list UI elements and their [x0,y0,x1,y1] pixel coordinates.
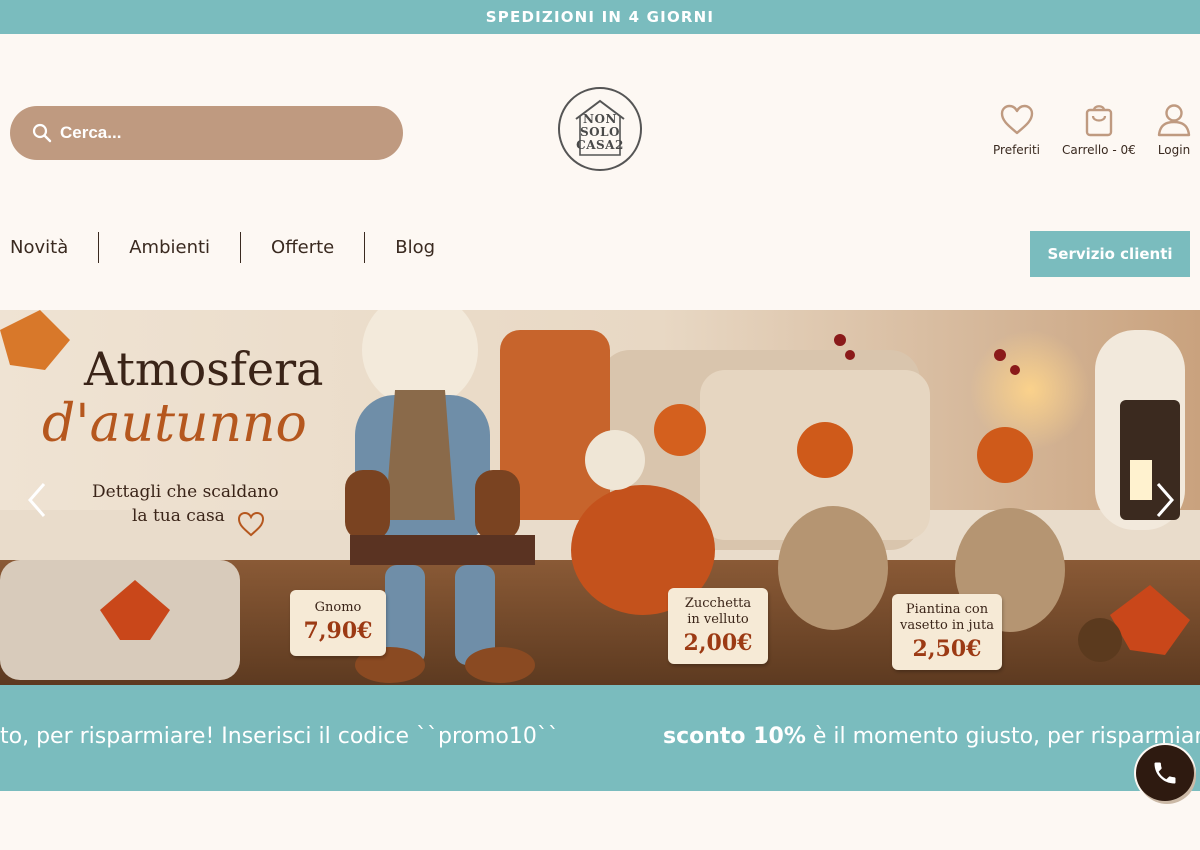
shopping-bag-icon [1085,105,1113,137]
search-bar[interactable] [10,106,403,160]
promo-marquee: to, per risparmiare! Inserisci il codice… [0,685,1200,791]
nav-item-ambienti[interactable]: Ambienti [129,237,210,258]
phone-call-button[interactable] [1136,745,1194,801]
slider-next-arrow-icon[interactable] [1150,480,1180,520]
main-navigation: Novità Ambienti Offerte Blog [10,231,435,263]
customer-service-button[interactable]: Servizio clienti [1030,231,1190,277]
nav-divider [98,231,100,263]
nav-divider [240,231,242,263]
hero-slider[interactable]: Atmosfera d'autunno Dettagli che scaldan… [0,310,1200,685]
heart-doodle-icon [237,511,265,537]
nav-item-offerte[interactable]: Offerte [271,237,334,258]
nav-item-novita[interactable]: Novità [10,237,68,258]
logo-text: NON SOLO CASA2 [576,112,624,152]
cart-label: Carrello - 0€ [1062,143,1136,157]
search-icon[interactable] [32,123,52,143]
cart-link[interactable]: Carrello - 0€ [1062,102,1136,157]
hero-script-title: d'autunno [42,394,307,454]
promo-text-left: to, per risparmiare! Inserisci il codice… [0,724,559,749]
search-input[interactable] [60,123,380,143]
promo-text-right: sconto 10% è il momento giusto, per risp… [663,724,1200,749]
product-tag-piantina[interactable]: Piantina con vasetto in juta 2,50€ [892,594,1002,670]
favorites-label: Preferiti [993,143,1040,157]
phone-icon [1154,762,1176,784]
user-icon [1157,104,1191,137]
hero-title: Atmosfera [84,342,324,396]
nav-item-blog[interactable]: Blog [395,237,435,258]
shipping-announcement-bar: SPEDIZIONI IN 4 GIORNI [0,0,1200,34]
heart-icon [1000,104,1033,135]
nav-divider [364,231,366,263]
login-link[interactable]: Login [1156,102,1192,157]
shipping-announcement-text: SPEDIZIONI IN 4 GIORNI [485,8,715,26]
favorites-link[interactable]: Preferiti [993,102,1040,157]
product-tag-zucchetta[interactable]: Zucchetta in velluto 2,00€ [668,588,768,664]
site-logo[interactable]: NON SOLO CASA2 [558,87,642,171]
login-label: Login [1157,143,1191,157]
product-tag-gnomo[interactable]: Gnomo 7,90€ [290,590,386,656]
slider-prev-arrow-icon[interactable] [22,480,52,520]
